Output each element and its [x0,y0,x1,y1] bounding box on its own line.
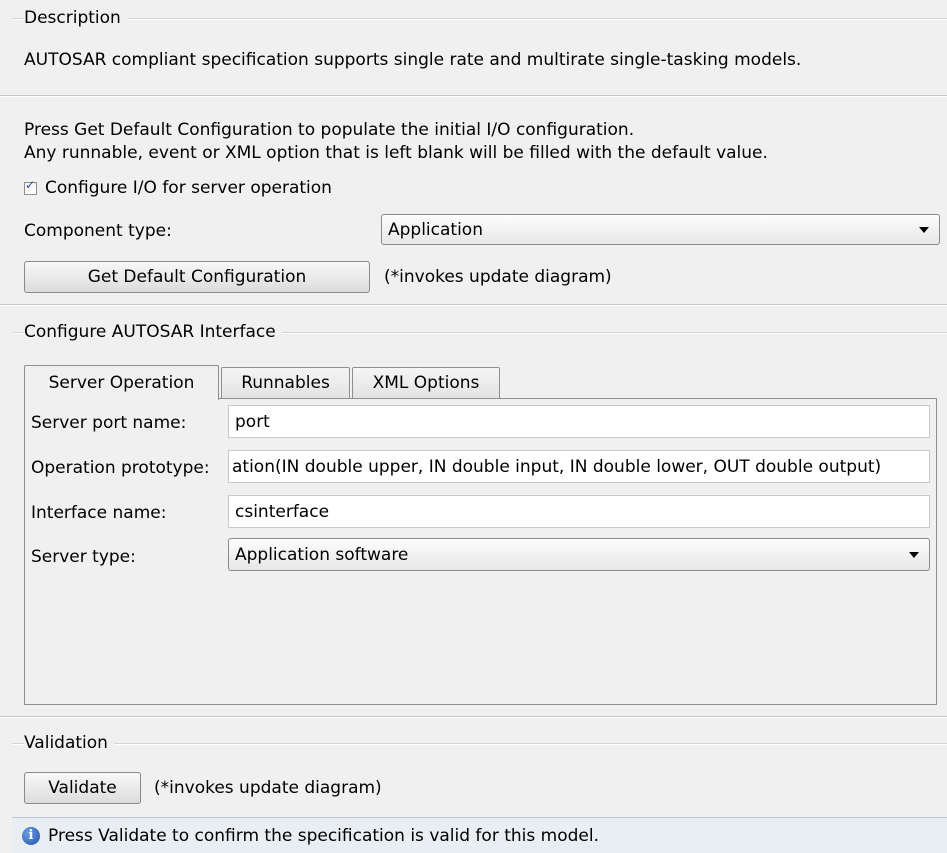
validation-group-title: Validation [24,731,114,755]
description-text: AUTOSAR compliant specification supports… [24,50,802,70]
checkmark-icon: ✓ [25,177,36,192]
validation-info-bar: i Press Validate to confirm the specific… [12,817,947,853]
info-icon: i [22,826,40,845]
tab-server-operation-label: Server Operation [48,373,195,393]
operation-prototype-input[interactable]: ation(IN double upper, IN double input, … [228,450,930,483]
server-type-select[interactable]: Application software [228,538,930,571]
component-type-select[interactable]: Application [381,214,940,245]
server-port-label: Server port name: [31,413,187,433]
component-type-label: Component type: [24,221,172,241]
dropdown-arrow-icon [909,551,919,558]
tab-runnables-label: Runnables [241,373,330,393]
interface-group-title: Configure AUTOSAR Interface [24,320,282,344]
dropdown-arrow-icon [919,226,929,233]
server-operation-checkbox[interactable]: ✓ [24,178,37,195]
validate-note: (*invokes update diagram) [154,778,382,798]
instructions-line2: Any runnable, event or XML option that i… [24,143,768,163]
operation-prototype-label: Operation prototype: [31,458,210,478]
interface-name-input[interactable]: csinterface [228,495,930,528]
get-default-configuration-button[interactable]: Get Default Configuration [24,261,370,293]
active-tab-joiner [25,397,218,400]
default-config-note: (*invokes update diagram) [384,267,612,287]
interface-name-value: csinterface [235,501,330,522]
operation-prototype-value: ation(IN double upper, IN double input, … [232,456,882,477]
validation-info-text: Press Validate to confirm the specificat… [48,825,599,846]
server-port-value: port [235,411,270,432]
instructions-line1: Press Get Default Configuration to popul… [24,120,635,140]
validate-button[interactable]: Validate [24,772,141,804]
component-type-value: Application [388,219,483,240]
server-operation-checkbox-row[interactable]: ✓ Configure I/O for server operation [24,176,332,200]
description-group-title: Description [24,6,127,30]
tab-runnables[interactable]: Runnables [221,367,350,398]
server-operation-checkbox-label: Configure I/O for server operation [45,178,332,198]
tab-xml-options-label: XML Options [372,373,480,393]
server-type-label: Server type: [31,547,136,567]
tab-xml-options[interactable]: XML Options [352,367,500,398]
interface-name-label: Interface name: [31,503,167,523]
tab-server-operation[interactable]: Server Operation [24,365,219,400]
validate-button-label: Validate [48,778,117,798]
server-type-value: Application software [235,544,409,565]
server-port-input[interactable]: port [228,405,930,438]
get-default-configuration-label: Get Default Configuration [87,267,307,287]
